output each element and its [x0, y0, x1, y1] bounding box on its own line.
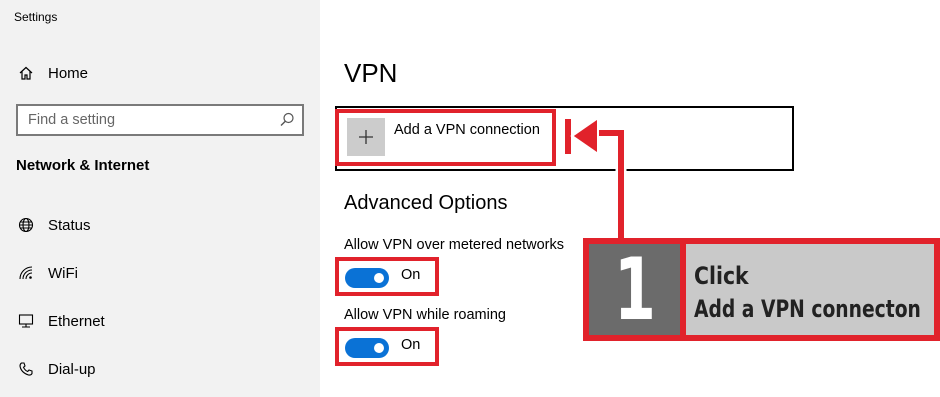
- step-instruction-line2: Add a VPN connecton: [694, 295, 921, 323]
- sidebar-item-label: Dial-up: [48, 360, 96, 378]
- add-vpn-label: Add a VPN connection: [394, 122, 540, 138]
- page-title: VPN: [344, 58, 398, 88]
- toggle-knob: [374, 343, 384, 353]
- highlight-box-roaming-toggle: On: [335, 327, 439, 366]
- window-title: Settings: [14, 10, 58, 24]
- toggle-state-label: On: [401, 337, 421, 353]
- sidebar-item-label: Ethernet: [48, 312, 105, 330]
- sidebar-item-ethernet[interactable]: Ethernet: [16, 311, 105, 331]
- sidebar-item-label: Status: [48, 216, 91, 234]
- highlight-box-metered-toggle: On: [335, 257, 439, 296]
- metered-networks-toggle[interactable]: [345, 268, 389, 288]
- step-callout: 1 Click Add a VPN connecton: [583, 238, 940, 341]
- home-icon: [16, 63, 36, 83]
- step-instruction-line1: Click: [694, 262, 749, 290]
- sidebar-item-label: Home: [48, 64, 89, 82]
- section-title: Network & Internet: [16, 157, 150, 174]
- toggle-state-label: On: [401, 267, 421, 283]
- sidebar-item-home[interactable]: Home: [16, 63, 88, 83]
- phone-icon: [16, 359, 36, 379]
- sidebar-item-dial-up[interactable]: Dial-up: [16, 359, 96, 379]
- sidebar: Settings Home Find a setting Network & I…: [0, 0, 320, 397]
- metered-networks-label: Allow VPN over metered networks: [344, 237, 564, 253]
- step-text-box: Click Add a VPN connecton: [686, 244, 934, 335]
- step-number-box: 1: [589, 244, 680, 335]
- plus-icon: [347, 118, 385, 156]
- sidebar-item-status[interactable]: Status: [16, 215, 91, 235]
- sidebar-item-wifi[interactable]: WiFi: [16, 263, 78, 283]
- wifi-icon: [16, 263, 36, 283]
- sidebar-item-label: WiFi: [48, 264, 78, 282]
- roaming-toggle[interactable]: [345, 338, 389, 358]
- advanced-options-heading: Advanced Options: [344, 192, 508, 214]
- search-placeholder: Find a setting: [28, 112, 116, 128]
- add-vpn-connection-button[interactable]: Add a VPN connection: [335, 106, 794, 171]
- toggle-knob: [374, 273, 384, 283]
- roaming-label: Allow VPN while roaming: [344, 307, 506, 323]
- step-number: 1: [613, 239, 656, 340]
- ethernet-icon: [16, 311, 36, 331]
- search-icon: [278, 111, 296, 129]
- search-input[interactable]: Find a setting: [16, 104, 304, 136]
- globe-icon: [16, 215, 36, 235]
